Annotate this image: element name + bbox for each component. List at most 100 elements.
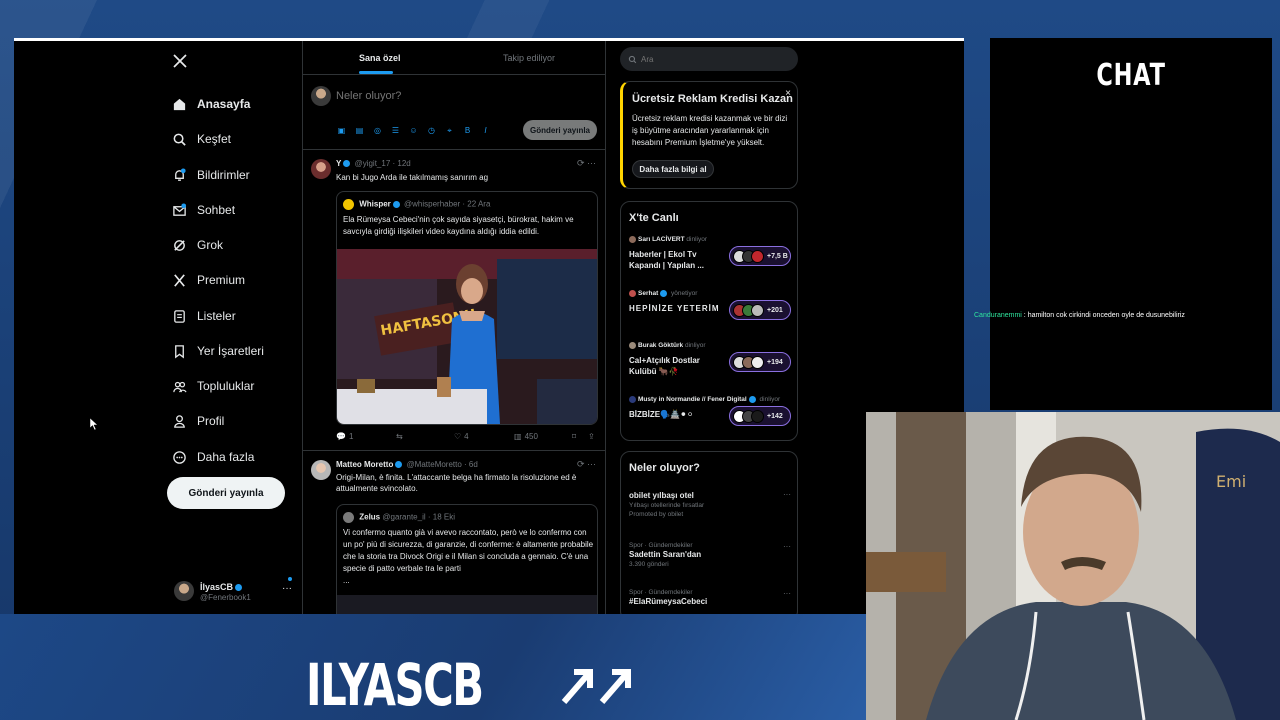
trend-item[interactable]: Spor · Gündemdekiler Sadettin Saran'dan …	[629, 542, 793, 568]
schedule-icon[interactable]: ◷	[426, 126, 437, 136]
bookmark-button[interactable]: ⌑	[572, 432, 576, 441]
trend-promoted: Promoted by obilet	[629, 511, 684, 518]
sidebar-item-premium[interactable]: Premium	[172, 269, 245, 291]
sidebar-item-messages[interactable]: Sohbet	[172, 199, 235, 221]
sidebar-item-profile[interactable]: Profil	[172, 410, 224, 432]
sidebar-item-explore[interactable]: Keşfet	[172, 128, 231, 150]
tweet-more-icon[interactable]: ⟳ ···	[577, 459, 596, 470]
post-button[interactable]: Gönderi yayınla	[167, 477, 285, 509]
bookmark-icon	[175, 344, 184, 358]
sidebar-item-grok[interactable]: Grok	[172, 234, 223, 256]
home-icon	[173, 98, 186, 110]
live-item-title: Haberler | Ekol Tv Kapandı | Yapılan ...	[629, 250, 704, 270]
sidebar-item-notifications[interactable]: Bildirimler	[172, 164, 250, 186]
views-button[interactable]: ▥ 450	[514, 432, 538, 441]
avatar	[751, 249, 764, 263]
tweet[interactable]: Y @yigit_17 · 12d ⟳ ··· Kan bi Jugo Arda…	[303, 151, 606, 451]
quote-text: Ela Rümeysa Cebeci'nin çok sayıda siyase…	[343, 215, 574, 236]
verified-icon	[395, 461, 403, 469]
live-listeners-pill[interactable]: +7,5 B	[729, 246, 791, 266]
trend-more-icon[interactable]: ···	[783, 542, 791, 551]
quoted-tweet[interactable]: Zelus @garante_il · 18 Eki Vi confermo q…	[336, 504, 598, 614]
trend-item[interactable]: obilet yılbaşı otel Yılbaşı otellerinde …	[629, 490, 793, 518]
live-item[interactable]: Sarı LACİVERT dinliyor Haberler | Ekol T…	[629, 236, 793, 280]
tv-studio-image[interactable]: HAFTASONU	[337, 249, 598, 425]
quote-meta: @whisperhaber · 22 Ara	[404, 199, 491, 209]
live-host: Musty in Normandie // Fener Digital dinl…	[629, 396, 780, 403]
sidebar-item-more[interactable]: Daha fazla	[172, 446, 254, 468]
live-listeners-pill[interactable]: +194	[729, 352, 791, 372]
learn-more-button[interactable]: Daha fazla bilgi al	[632, 160, 714, 178]
avatar	[629, 290, 636, 297]
quote-author: Zelus	[359, 512, 381, 522]
timeline: Sana özel Takip ediliyor ▣ ▤ ◎ ☰ ☺ ◷ ⌖ B…	[302, 41, 606, 614]
search-input[interactable]	[641, 54, 781, 64]
tweet-header: Y @yigit_17 · 12d	[336, 159, 411, 168]
live-host: Serhat yönetiyor	[629, 290, 697, 297]
share-button[interactable]: ⇪	[588, 432, 595, 441]
live-listeners-pill[interactable]: +142	[729, 406, 791, 426]
tweet-author[interactable]: Y	[336, 159, 341, 168]
chat-username: Canduranemmi	[974, 312, 1022, 319]
trends-title: Neler oluyor?	[629, 462, 700, 474]
trend-more-icon[interactable]: ···	[783, 490, 791, 499]
sidebar-item-label: Sohbet	[197, 203, 236, 217]
live-spaces-card: X'te Canlı Sarı LACİVERT dinliyor Haberl…	[620, 201, 798, 441]
live-host-name: Musty in Normandie // Fener Digital	[638, 396, 747, 404]
sidebar-item-label: Topluluklar	[197, 379, 255, 393]
x-logo-icon[interactable]	[172, 53, 188, 69]
poll-icon[interactable]: ☰	[390, 126, 401, 136]
quote-image[interactable]	[337, 595, 597, 614]
tweet-more-icon[interactable]: ⟳ ···	[577, 158, 596, 169]
trend-subtitle: 3.390 gönderi	[629, 561, 669, 568]
avatar	[629, 396, 636, 403]
tweet-author[interactable]: Matteo Moretto	[336, 460, 393, 469]
avatar	[751, 409, 764, 423]
live-listeners-pill[interactable]: +201	[729, 300, 791, 320]
tab-for-you[interactable]: Sana özel	[359, 53, 401, 63]
sidebar-item-bookmarks[interactable]: Yer İşaretleri	[172, 340, 264, 362]
live-host-name: Serhat	[638, 290, 659, 298]
live-item[interactable]: Musty in Normandie // Fener Digital dinl…	[629, 396, 793, 440]
gif-icon[interactable]: ▤	[354, 126, 365, 136]
avatar	[629, 342, 636, 349]
tab-following[interactable]: Takip ediliyor	[503, 53, 555, 63]
tweet-meta: @MatteMoretto · 6d	[406, 460, 478, 469]
trend-item[interactable]: Spor · Gündemdekiler #ElaRümeysaCebeci ·…	[629, 589, 793, 606]
emoji-icon[interactable]: ☺	[408, 126, 419, 136]
people-icon	[173, 381, 187, 393]
tweet[interactable]: Matteo Moretto @MatteMoretto · 6d ⟳ ··· …	[303, 452, 606, 614]
account-switcher[interactable]: İlyasCB @Fenerbook1 ···	[174, 577, 298, 607]
compose-input[interactable]	[336, 90, 516, 102]
reply-button[interactable]: 💬 1	[336, 432, 353, 441]
live-item-title: HEPİNİZE YETERİM	[629, 304, 720, 313]
sidebar-item-label: Premium	[197, 273, 246, 287]
avatar	[343, 512, 354, 523]
location-icon[interactable]: ⌖	[444, 126, 455, 136]
sidebar-item-label: Profil	[197, 414, 225, 428]
grok-icon[interactable]: ◎	[372, 126, 383, 136]
compose-post-button[interactable]: Gönderi yayınla	[523, 120, 597, 140]
close-icon[interactable]: ×	[785, 88, 791, 99]
account-more-icon[interactable]: ···	[282, 583, 292, 594]
italic-icon[interactable]: I	[480, 126, 491, 136]
search-box[interactable]	[620, 47, 798, 71]
sidebar-item-lists[interactable]: Listeler	[172, 305, 236, 327]
webcam-feed: Emi	[866, 412, 1280, 720]
trend-category: Spor · Gündemdekiler	[629, 589, 693, 596]
image-icon[interactable]: ▣	[336, 126, 347, 136]
quoted-tweet[interactable]: Whisper @whisperhaber · 22 Ara Ela Rümey…	[336, 191, 598, 425]
avatar[interactable]	[311, 460, 331, 480]
notification-dot	[288, 577, 292, 581]
retweet-button[interactable]: ⇆	[396, 432, 403, 441]
sidebar-item-home[interactable]: Anasayfa	[172, 93, 250, 115]
like-button[interactable]: ♡ 4	[454, 432, 469, 441]
sidebar-item-communities[interactable]: Topluluklar	[172, 375, 254, 397]
avatar[interactable]	[311, 159, 331, 179]
avatar	[629, 236, 636, 243]
bold-icon[interactable]: B	[462, 126, 473, 136]
live-item[interactable]: Serhat yönetiyor HEPİNİZE YETERİM +201	[629, 290, 793, 334]
trend-more-icon[interactable]: ···	[783, 589, 791, 598]
tweet-text: Kan bi Jugo Arda ile takılmamış sanırım …	[336, 173, 489, 182]
live-item[interactable]: Burak Göktürk dinliyor Cal+Atçılık Dostl…	[629, 342, 793, 386]
